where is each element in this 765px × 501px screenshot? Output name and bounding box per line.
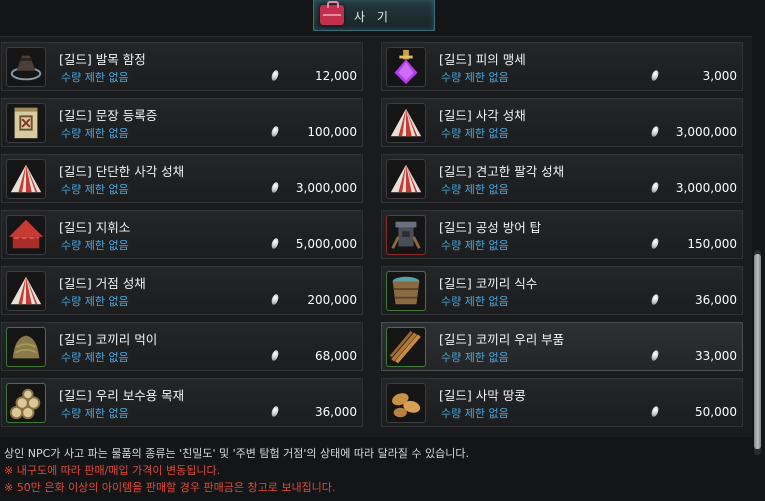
item-name: [길드] 사각 성채 <box>439 108 526 123</box>
silver-coin-icon <box>650 181 660 194</box>
item-price: 3,000,000 <box>295 181 357 195</box>
shop-bag-icon <box>320 1 344 25</box>
item-limit: 수량 제한 없음 <box>441 239 509 252</box>
item-row[interactable]: [길드] 사막 땅콩 수량 제한 없음 50,000 <box>381 378 743 427</box>
item-name: [길드] 지휘소 <box>59 220 131 235</box>
notice-text: 상인 NPC가 사고 파는 물품의 종류는 '친밀도' 및 '주변 탐험 거점'… <box>4 447 470 460</box>
item-name: [길드] 발목 함정 <box>59 52 146 67</box>
item-row[interactable]: [길드] 견고한 팔각 성채 수량 제한 없음 3,000,000 <box>381 154 743 203</box>
log-pile-icon <box>6 383 46 423</box>
feed-sack-icon <box>6 327 46 367</box>
item-row[interactable]: [길드] 우리 보수용 목재 수량 제한 없음 36,000 <box>1 378 363 427</box>
item-price: 3,000,000 <box>675 125 737 139</box>
item-limit: 수량 제한 없음 <box>441 351 509 364</box>
purple-flask-icon <box>386 47 426 87</box>
silver-coin-icon <box>270 405 280 418</box>
item-row[interactable]: [길드] 코끼리 먹이 수량 제한 없음 68,000 <box>1 322 363 371</box>
silver-coin-icon <box>270 125 280 138</box>
item-row[interactable]: [길드] 거점 성채 수량 제한 없음 200,000 <box>1 266 363 315</box>
item-name: [길드] 코끼리 우리 부품 <box>439 332 565 347</box>
silver-coin-icon <box>270 349 280 362</box>
item-price: 36,000 <box>315 405 357 419</box>
item-row[interactable]: [길드] 공성 방어 탑 수량 제한 없음 150,000 <box>381 210 743 259</box>
item-name: [길드] 공성 방어 탑 <box>439 220 542 235</box>
silver-coin-icon <box>270 293 280 306</box>
item-row[interactable]: [길드] 피의 맹세 수량 제한 없음 3,000 <box>381 42 743 91</box>
item-price: 50,000 <box>695 405 737 419</box>
silver-coin-icon <box>270 237 280 250</box>
silver-coin-icon <box>650 237 660 250</box>
item-list-panel: [길드] 발목 함정 수량 제한 없음 12,000 [길드] 피의 맹세 수량… <box>0 36 752 437</box>
item-row[interactable]: [길드] 사각 성채 수량 제한 없음 3,000,000 <box>381 98 743 147</box>
item-name: [길드] 피의 맹세 <box>439 52 526 67</box>
item-price: 150,000 <box>687 237 737 251</box>
item-price: 33,000 <box>695 349 737 363</box>
item-limit: 수량 제한 없음 <box>61 351 129 364</box>
emblem-certificate-icon <box>6 103 46 143</box>
item-row[interactable]: [길드] 단단한 사각 성채 수량 제한 없음 3,000,000 <box>1 154 363 203</box>
tent-icon <box>386 103 426 143</box>
item-name: [길드] 문장 등록증 <box>59 108 158 123</box>
footer-notice: 상인 NPC가 사고 파는 물품의 종류는 '친밀도' 및 '주변 탐험 거점'… <box>0 441 765 501</box>
silver-coin-icon <box>650 69 660 82</box>
item-price: 12,000 <box>315 69 357 83</box>
peanut-icon <box>386 383 426 423</box>
silver-coin-icon <box>270 69 280 82</box>
item-price: 3,000 <box>702 69 737 83</box>
item-limit: 수량 제한 없음 <box>61 127 129 140</box>
silver-coin-icon <box>650 405 660 418</box>
warning-text: ※ 내구도에 따라 판매/매입 가격이 변동됩니다. <box>4 464 221 477</box>
item-name: [길드] 견고한 팔각 성채 <box>439 164 565 179</box>
silver-coin-icon <box>650 125 660 138</box>
scrollbar[interactable] <box>754 250 761 455</box>
tent-icon <box>386 159 426 199</box>
item-limit: 수량 제한 없음 <box>441 183 509 196</box>
item-price: 200,000 <box>307 293 357 307</box>
item-price: 5,000,000 <box>295 237 357 251</box>
defense-tower-icon <box>386 215 426 255</box>
tab-buy[interactable]: 사 기 <box>313 0 435 31</box>
scrollbar-thumb[interactable] <box>754 254 761 449</box>
tent-icon <box>6 159 46 199</box>
tab-buy-label: 사 기 <box>354 10 392 24</box>
item-row-selected[interactable]: [길드] 코끼리 우리 부품 수량 제한 없음 33,000 <box>381 322 743 371</box>
item-price: 68,000 <box>315 349 357 363</box>
item-price: 3,000,000 <box>675 181 737 195</box>
item-name: [길드] 코끼리 먹이 <box>59 332 158 347</box>
water-bucket-icon <box>386 271 426 311</box>
item-limit: 수량 제한 없음 <box>441 127 509 140</box>
tent-icon <box>6 271 46 311</box>
item-row[interactable]: [길드] 발목 함정 수량 제한 없음 12,000 <box>1 42 363 91</box>
item-name: [길드] 우리 보수용 목재 <box>59 388 185 403</box>
item-name: [길드] 사막 땅콩 <box>439 388 526 403</box>
item-limit: 수량 제한 없음 <box>61 71 129 84</box>
item-limit: 수량 제한 없음 <box>61 407 129 420</box>
item-row[interactable]: [길드] 지휘소 수량 제한 없음 5,000,000 <box>1 210 363 259</box>
item-limit: 수량 제한 없음 <box>441 407 509 420</box>
item-name: [길드] 거점 성채 <box>59 276 146 291</box>
silver-coin-icon <box>270 181 280 194</box>
item-limit: 수량 제한 없음 <box>441 71 509 84</box>
item-limit: 수량 제한 없음 <box>441 295 509 308</box>
warning-text: ※ 50만 은화 이상의 아이템을 판매할 경우 판매금은 창고로 보내집니다. <box>4 481 336 494</box>
item-price: 36,000 <box>695 293 737 307</box>
item-row[interactable]: [길드] 문장 등록증 수량 제한 없음 100,000 <box>1 98 363 147</box>
item-name: [길드] 단단한 사각 성채 <box>59 164 185 179</box>
silver-coin-icon <box>650 349 660 362</box>
silver-coin-icon <box>650 293 660 306</box>
item-limit: 수량 제한 없음 <box>61 239 129 252</box>
item-limit: 수량 제한 없음 <box>61 295 129 308</box>
item-name: [길드] 코끼리 식수 <box>439 276 538 291</box>
leg-trap-icon <box>6 47 46 87</box>
item-limit: 수량 제한 없음 <box>61 183 129 196</box>
item-price: 100,000 <box>307 125 357 139</box>
item-row[interactable]: [길드] 코끼리 식수 수량 제한 없음 36,000 <box>381 266 743 315</box>
red-pavilion-icon <box>6 215 46 255</box>
wood-planks-icon <box>386 327 426 367</box>
